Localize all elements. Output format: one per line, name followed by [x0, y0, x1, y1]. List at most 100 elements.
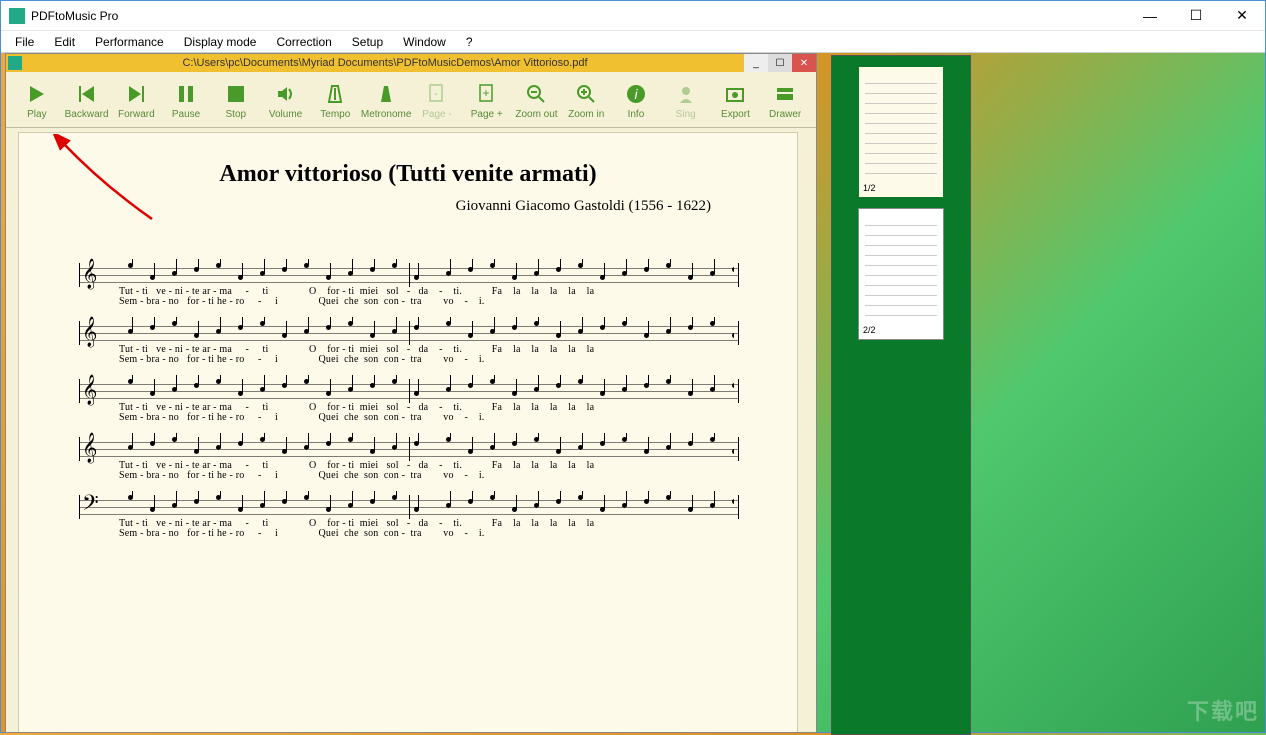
- watermark: 下载吧: [1187, 694, 1259, 726]
- staff-system: 𝄞Tut - ti ve - ni - te ar - ma - ti O fo…: [75, 379, 741, 423]
- document-window: C:\Users\pc\Documents\Myriad Documents\P…: [5, 53, 817, 733]
- staff: 𝄢: [79, 495, 739, 519]
- bass-clef-icon: 𝄢: [82, 491, 99, 522]
- toolbar-label: Play: [27, 109, 46, 120]
- treble-clef-icon: 𝄞: [82, 317, 97, 348]
- score-page: Amor vittorioso (Tutti venite armati) Gi…: [18, 132, 798, 732]
- toolbar-label: Zoom out: [515, 109, 557, 120]
- doc-minimize-button[interactable]: _: [744, 54, 768, 72]
- backward-icon: [72, 79, 102, 109]
- notes: [120, 433, 734, 463]
- toolbar-label: Tempo: [320, 109, 350, 120]
- score-composer: Giovanni Giacomo Gastoldi (1556 - 1622): [75, 198, 741, 215]
- app-icon: [9, 8, 25, 24]
- toolbar-export-button[interactable]: Export: [713, 79, 759, 120]
- page-area[interactable]: Amor vittorioso (Tutti venite armati) Gi…: [6, 128, 816, 732]
- thumbnail-page-2[interactable]: 2/2: [858, 208, 944, 340]
- window-maximize-button[interactable]: ☐: [1173, 1, 1219, 31]
- lyric-line-2: Sem - bra - no for - ti he - ro - i Quei…: [119, 529, 741, 539]
- staff: 𝄞: [79, 437, 739, 461]
- thumbnail-preview: [865, 77, 937, 177]
- staff-system: 𝄞Tut - ti ve - ni - te ar - ma - ti O fo…: [75, 437, 741, 481]
- toolbar-label: Stop: [226, 109, 247, 120]
- toolbar-label: Volume: [269, 109, 302, 120]
- zoom-in-icon: [571, 79, 601, 109]
- toolbar-volume-button[interactable]: Volume: [263, 79, 309, 120]
- staff: 𝄞: [79, 379, 739, 403]
- lyric-line-2: Sem - bra - no for - ti he - ro - i Quei…: [119, 297, 741, 307]
- toolbar-backward-button[interactable]: Backward: [64, 79, 110, 120]
- toolbar: Play Backward Forward Pause Stop Volume Tempo M…: [6, 72, 816, 128]
- thumbnail-label: 1/2: [863, 183, 939, 193]
- menubar: File Edit Performance Display mode Corre…: [1, 31, 1265, 53]
- staff-system: 𝄞Tut - ti ve - ni - te ar - ma - ti O fo…: [75, 321, 741, 365]
- window-minimize-button[interactable]: —: [1127, 1, 1173, 31]
- export-icon: [720, 79, 750, 109]
- staff-system: 𝄢Tut - ti ve - ni - te ar - ma - ti O fo…: [75, 495, 741, 539]
- lyric-line-2: Sem - bra - no for - ti he - ro - i Quei…: [119, 413, 741, 423]
- forward-icon: [121, 79, 151, 109]
- doc-maximize-button[interactable]: ☐: [768, 54, 792, 72]
- menu-performance[interactable]: Performance: [87, 33, 172, 51]
- toolbar-label: Drawer: [769, 109, 801, 120]
- toolbar-zoom-out-button[interactable]: Zoom out: [514, 79, 560, 120]
- doc-close-button[interactable]: ✕: [792, 54, 816, 72]
- staff: 𝄞: [79, 321, 739, 345]
- toolbar-label: Sing: [676, 109, 696, 120]
- lyric-line-2: Sem - bra - no for - ti he - ro - i Quei…: [119, 471, 741, 481]
- notes: [120, 491, 734, 521]
- titlebar: PDFtoMusic Pro — ☐ ✕: [1, 1, 1265, 31]
- play-icon: [22, 79, 52, 109]
- thumbnail-label: 2/2: [863, 325, 939, 335]
- app-window: PDFtoMusic Pro — ☐ ✕ File Edit Performan…: [0, 0, 1266, 733]
- drawer-icon: [770, 79, 800, 109]
- toolbar-page-minus-button: -Page -: [414, 79, 460, 120]
- toolbar-tempo-button[interactable]: Tempo: [312, 79, 358, 120]
- toolbar-label: Forward: [118, 109, 155, 120]
- notes: [120, 317, 734, 347]
- app-title: PDFtoMusic Pro: [31, 9, 1127, 23]
- svg-text:+: +: [482, 86, 489, 100]
- staff-system: 𝄞Tut - ti ve - ni - te ar - ma - ti O fo…: [75, 263, 741, 307]
- toolbar-label: Backward: [65, 109, 109, 120]
- toolbar-forward-button[interactable]: Forward: [113, 79, 159, 120]
- treble-clef-icon: 𝄞: [82, 259, 97, 290]
- toolbar-label: Export: [721, 109, 750, 120]
- lyric-line-2: Sem - bra - no for - ti he - ro - i Quei…: [119, 355, 741, 365]
- zoom-out-icon: [521, 79, 551, 109]
- toolbar-label: Metronome: [361, 109, 412, 120]
- menu-setup[interactable]: Setup: [344, 33, 391, 51]
- menu-window[interactable]: Window: [395, 33, 454, 51]
- treble-clef-icon: 𝄞: [82, 375, 97, 406]
- menu-edit[interactable]: Edit: [46, 33, 83, 51]
- menu-correction[interactable]: Correction: [268, 33, 339, 51]
- document-icon: [8, 56, 22, 70]
- thumbnail-panel[interactable]: 1/2 2/2: [831, 55, 971, 735]
- thumbnail-preview: [865, 219, 937, 319]
- toolbar-page-plus-button[interactable]: +Page +: [464, 79, 510, 120]
- menu-file[interactable]: File: [7, 33, 42, 51]
- toolbar-label: Zoom in: [568, 109, 604, 120]
- toolbar-stop-button[interactable]: Stop: [213, 79, 259, 120]
- menu-help[interactable]: ?: [458, 33, 481, 51]
- menu-display-mode[interactable]: Display mode: [176, 33, 265, 51]
- info-icon: i: [621, 79, 651, 109]
- toolbar-pause-button[interactable]: Pause: [163, 79, 209, 120]
- tempo-icon: [320, 79, 350, 109]
- treble-clef-icon: 𝄞: [82, 433, 97, 464]
- toolbar-play-button[interactable]: Play: [14, 79, 60, 120]
- toolbar-info-button[interactable]: iInfo: [613, 79, 659, 120]
- toolbar-metronome-button[interactable]: Metronome: [362, 79, 410, 120]
- stop-icon: [221, 79, 251, 109]
- document-titlebar: C:\Users\pc\Documents\Myriad Documents\P…: [6, 54, 816, 72]
- page-minus-icon: -: [422, 79, 452, 109]
- toolbar-zoom-in-button[interactable]: Zoom in: [563, 79, 609, 120]
- mdi-container: C:\Users\pc\Documents\Myriad Documents\P…: [1, 53, 1265, 732]
- thumbnail-page-1[interactable]: 1/2: [858, 66, 944, 198]
- svg-text:-: -: [434, 86, 438, 100]
- toolbar-drawer-button[interactable]: Drawer: [762, 79, 808, 120]
- window-close-button[interactable]: ✕: [1219, 1, 1265, 31]
- metronome-icon: [371, 79, 401, 109]
- staff: 𝄞: [79, 263, 739, 287]
- volume-icon: [271, 79, 301, 109]
